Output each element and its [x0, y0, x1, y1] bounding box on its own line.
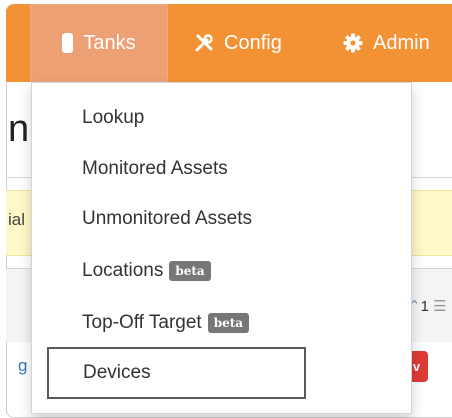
- menu-item-label: Unmonitored Assets: [82, 208, 253, 229]
- menu-item-label: Devices: [83, 362, 151, 383]
- beta-badge: beta: [207, 313, 250, 333]
- column-header: ial: [8, 210, 26, 229]
- nav-config[interactable]: Config: [194, 4, 282, 82]
- tanks-dropdown-menu: Lookup Monitored Assets Unmonitored Asse…: [31, 82, 412, 414]
- menu-item-label: Top-Off Target: [82, 312, 202, 333]
- nav-admin-label: Admin: [373, 31, 430, 54]
- nav-admin[interactable]: Admin: [343, 4, 430, 82]
- menu-item-label: Monitored Assets: [82, 158, 228, 179]
- page-title: n: [8, 108, 30, 150]
- menu-item-locations[interactable]: Locations beta: [32, 251, 411, 291]
- nav-config-label: Config: [224, 31, 282, 54]
- gear-icon: [343, 33, 363, 53]
- filter-lines-icon: ☰: [433, 298, 447, 315]
- tank-icon: [62, 33, 74, 53]
- menu-item-label: Locations: [82, 260, 164, 281]
- sort-order: 1: [420, 298, 429, 315]
- nav-tanks[interactable]: Tanks: [30, 4, 168, 82]
- menu-item-monitored-assets[interactable]: Monitored Assets: [32, 149, 411, 189]
- nav-tanks-label: Tanks: [83, 31, 136, 54]
- sort-indicator[interactable]: ⌃1 ☰: [408, 297, 447, 315]
- menu-item-top-off-target[interactable]: Top-Off Target beta: [32, 303, 411, 343]
- menu-item-lookup[interactable]: Lookup: [32, 98, 411, 138]
- menu-item-devices[interactable]: Devices: [47, 347, 306, 399]
- table-link[interactable]: g: [18, 356, 27, 376]
- tools-icon: [195, 34, 213, 52]
- menu-item-label: Lookup: [82, 107, 145, 128]
- menu-item-unmonitored-assets[interactable]: Unmonitored Assets: [32, 199, 411, 239]
- beta-badge: beta: [169, 261, 211, 281]
